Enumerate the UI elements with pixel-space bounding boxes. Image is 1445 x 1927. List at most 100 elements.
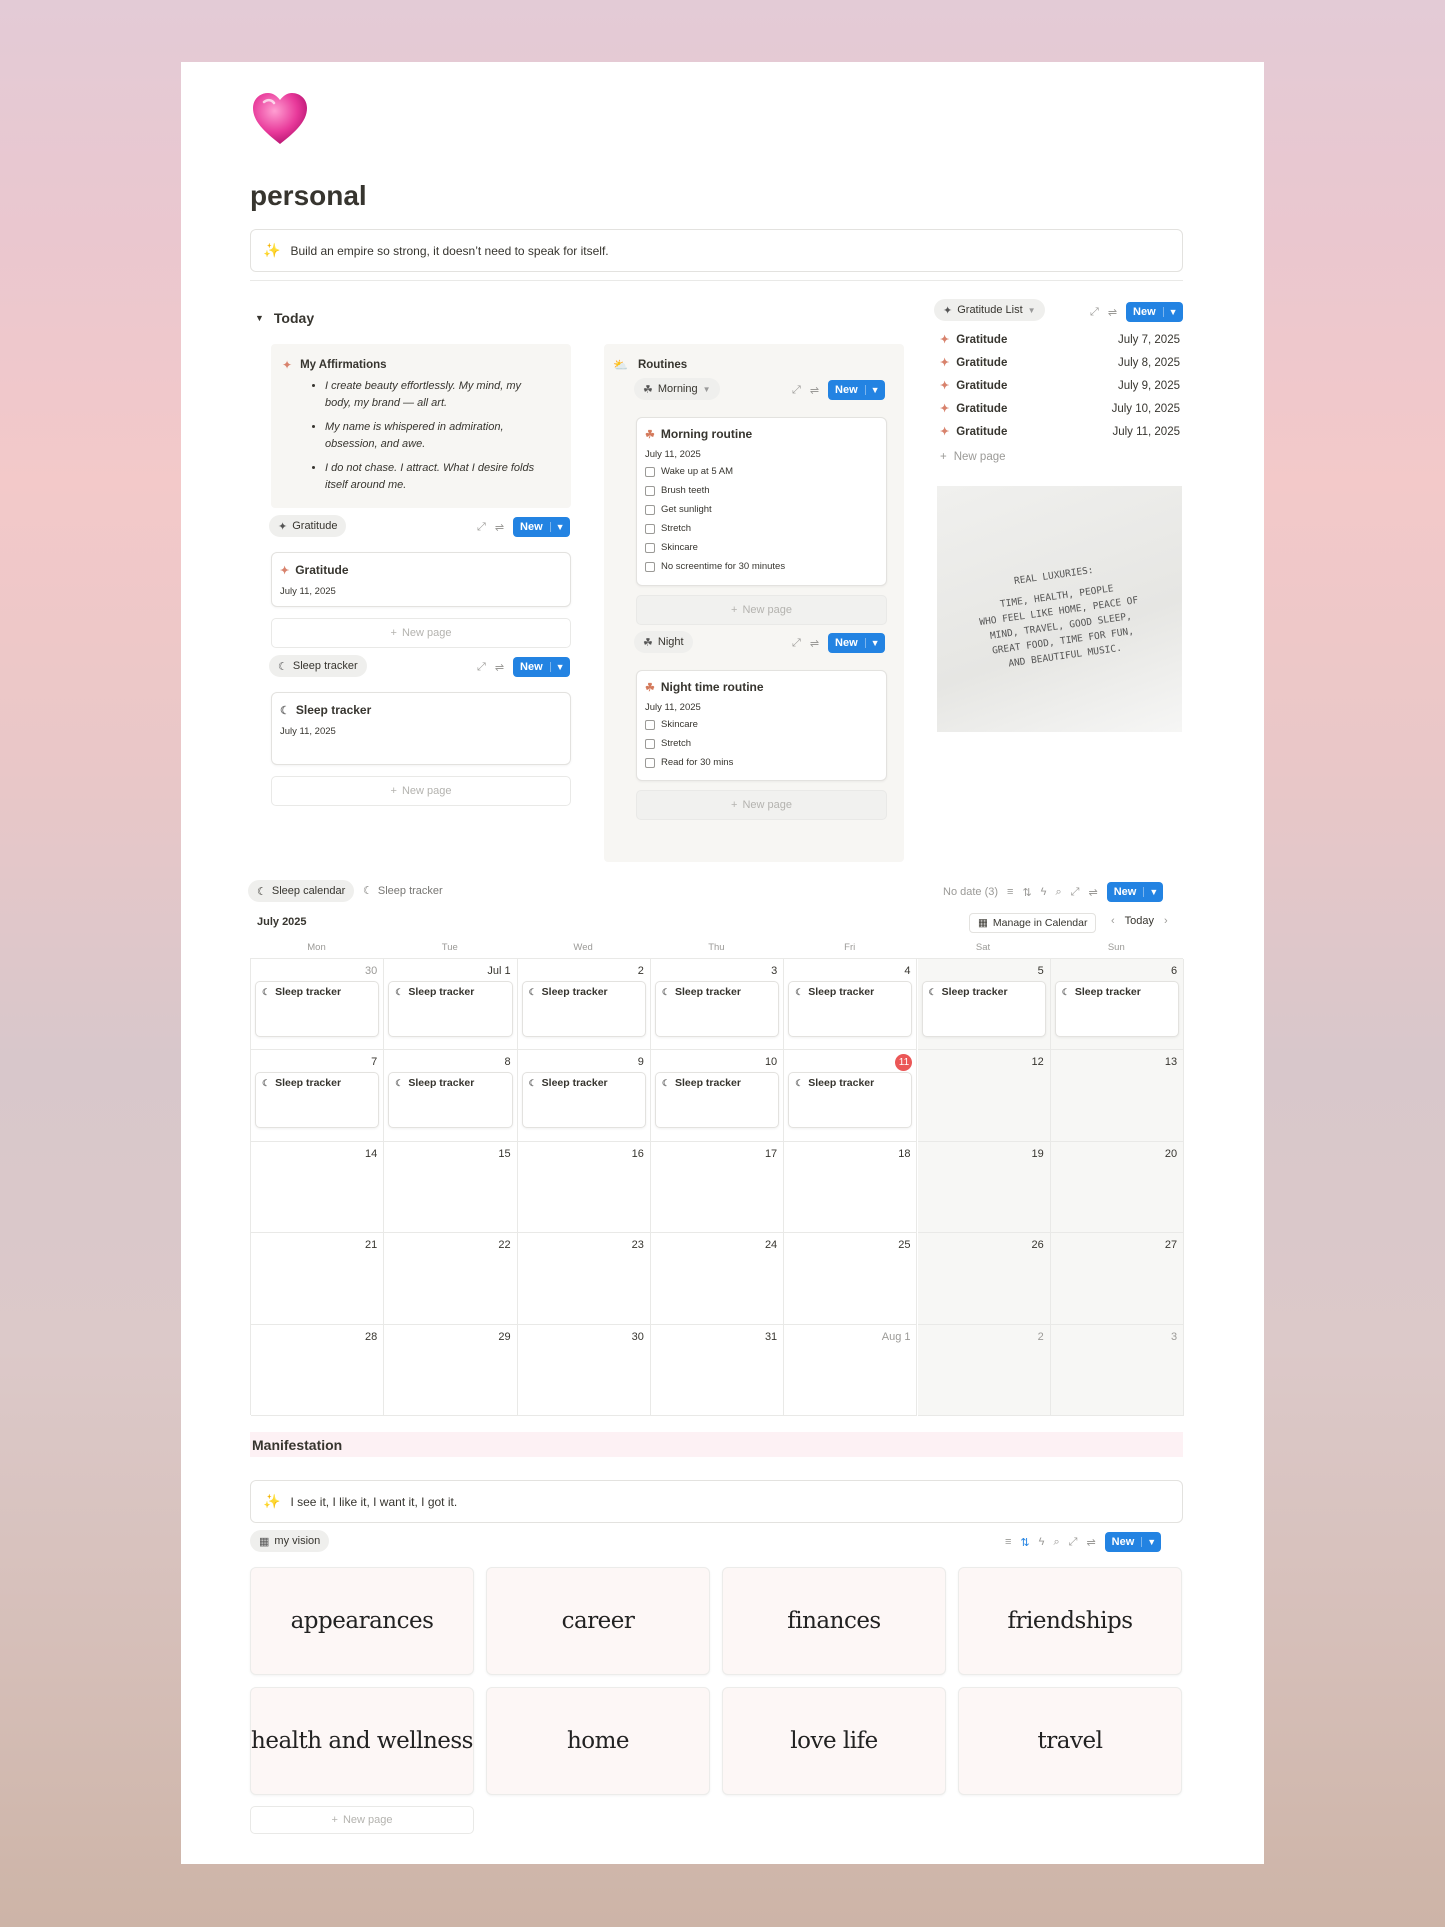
vision-new-button[interactable]: New ▼ (1104, 1532, 1162, 1552)
checkbox[interactable] (645, 757, 655, 768)
sort-icon[interactable]: ⇅ (1020, 1536, 1029, 1549)
list-item[interactable]: ✦ Gratitude July 8, 2025 (940, 351, 1180, 374)
checkbox[interactable] (645, 466, 655, 477)
checkbox-item[interactable]: No screentime for 30 minutes (645, 557, 785, 576)
no-date-button[interactable]: No date (3) (943, 886, 998, 898)
checkbox[interactable] (645, 542, 655, 553)
settings-icon[interactable]: ⇌ (1086, 1536, 1095, 1549)
settings-icon[interactable]: ⇌ (495, 521, 504, 534)
calendar-day[interactable]: 27 (1050, 1233, 1185, 1325)
checkbox-item[interactable]: Skincare (645, 715, 733, 734)
calendar-day[interactable]: 7 ☾ Sleep tracker (251, 1050, 385, 1142)
chevron-down-icon[interactable]: ▼ (549, 522, 570, 532)
today-toggle[interactable]: ▼ Today (255, 310, 314, 326)
night-view-tab[interactable]: ☘ Night (634, 631, 693, 653)
list-item[interactable]: ✦ Gratitude July 10, 2025 (940, 397, 1180, 420)
calendar-day[interactable]: 8 ☾ Sleep tracker (384, 1050, 518, 1142)
calendar-day[interactable]: 16 (517, 1141, 651, 1234)
vision-card[interactable]: home (486, 1687, 710, 1795)
expand-icon[interactable]: ⤢ (1069, 1536, 1078, 1549)
checkbox-item[interactable]: Skincare (645, 538, 785, 557)
tab-sleep-calendar[interactable]: ☾ Sleep calendar (248, 880, 355, 902)
chevron-down-icon[interactable]: ▼ (864, 638, 885, 648)
sleep-tracker-event[interactable]: ☾ Sleep tracker (654, 981, 780, 1037)
night-card[interactable]: ☘ Night time routine July 11, 2025 Skinca… (636, 670, 887, 781)
sleep-view-tab[interactable]: ☾ Sleep tracker (269, 655, 367, 677)
vision-card[interactable]: appearances (250, 1567, 474, 1675)
expand-icon[interactable]: ⤢ (792, 384, 801, 397)
calendar-day[interactable]: 17 (650, 1141, 785, 1234)
lightning-icon[interactable]: ϟ (1039, 1536, 1045, 1548)
expand-icon[interactable]: ⤢ (477, 661, 486, 674)
calendar-day[interactable]: 30 ☾ Sleep tracker (251, 959, 385, 1051)
night-new-page[interactable]: + New page (636, 790, 887, 820)
chevron-down-icon[interactable]: ▼ (864, 385, 885, 395)
sleep-tracker-event[interactable]: ☾ Sleep tracker (788, 1072, 913, 1129)
gratitude-new-page[interactable]: + New page (271, 618, 571, 648)
calendar-day[interactable]: 2 ☾ Sleep tracker (517, 959, 651, 1051)
vision-card[interactable]: health and wellness (250, 1687, 474, 1795)
calendar-day[interactable]: Jul 1 ☾ Sleep tracker (384, 959, 518, 1051)
calendar-day[interactable]: 26 (917, 1233, 1051, 1325)
sleep-card[interactable]: ☾ Sleep tracker July 11, 2025 (271, 692, 571, 765)
tab-sleep-tracker[interactable]: ☾ Sleep tracker (363, 884, 443, 898)
heart-icon[interactable] (250, 90, 310, 150)
page-title[interactable]: personal (250, 180, 367, 212)
sleep-tracker-event[interactable]: ☾ Sleep tracker (654, 1072, 780, 1129)
today-button[interactable]: Today (1125, 915, 1154, 927)
calendar-day[interactable]: 3 (1050, 1324, 1185, 1416)
settings-icon[interactable]: ⇌ (495, 661, 504, 674)
sleep-new-button[interactable]: New ▼ (513, 657, 570, 677)
calendar-day[interactable]: 30 (517, 1324, 651, 1416)
night-new-button[interactable]: New ▼ (828, 633, 885, 653)
search-icon[interactable]: ⌕ (1056, 886, 1062, 899)
calendar-day[interactable]: 15 (384, 1141, 518, 1234)
checkbox[interactable] (645, 719, 655, 730)
morning-new-button[interactable]: New ▼ (828, 380, 885, 400)
sleep-tracker-event[interactable]: ☾ Sleep tracker (255, 1072, 380, 1129)
calendar-day[interactable]: 5 ☾ Sleep tracker (917, 959, 1051, 1051)
settings-icon[interactable]: ⇌ (810, 637, 819, 650)
checkbox-item[interactable]: Read for 30 mins (645, 753, 733, 772)
manage-calendar-button[interactable]: ▦ Manage in Calendar (969, 913, 1097, 933)
vision-card[interactable]: finances (722, 1567, 946, 1675)
expand-icon[interactable]: ⤢ (477, 521, 486, 534)
calendar-day[interactable]: 13 (1050, 1050, 1185, 1142)
triangle-down-icon[interactable]: ▼ (255, 313, 264, 323)
chevron-down-icon[interactable]: ▼ (1162, 307, 1183, 317)
morning-new-page[interactable]: + New page (636, 595, 887, 625)
sleep-tracker-event[interactable]: ☾ Sleep tracker (521, 981, 646, 1037)
lightning-icon[interactable]: ϟ (1041, 886, 1047, 898)
calendar-day[interactable]: 28 (251, 1324, 385, 1416)
checkbox[interactable] (645, 561, 655, 572)
checkbox-item[interactable]: Brush teeth (645, 481, 785, 500)
checkbox[interactable] (645, 485, 655, 496)
sleep-tracker-event[interactable]: ☾ Sleep tracker (521, 1072, 646, 1129)
sleep-new-page[interactable]: + New page (271, 776, 571, 806)
settings-icon[interactable]: ⇌ (1088, 886, 1097, 899)
sort-icon[interactable]: ⇅ (1022, 886, 1031, 899)
gratitude-list-new-page[interactable]: + New page (940, 445, 1180, 468)
sleep-tracker-event[interactable]: ☾ Sleep tracker (388, 981, 513, 1037)
calendar-day[interactable]: 11 ☾ Sleep tracker (784, 1050, 918, 1142)
calendar-day[interactable]: 4 ☾ Sleep tracker (784, 959, 918, 1051)
expand-icon[interactable]: ⤢ (792, 637, 801, 650)
calendar-day[interactable]: 2 (917, 1324, 1051, 1416)
sleep-tracker-event[interactable]: ☾ Sleep tracker (788, 981, 913, 1037)
chevron-down-icon[interactable]: ▼ (1141, 1537, 1161, 1547)
list-item[interactable]: ✦ Gratitude July 11, 2025 (940, 420, 1180, 443)
chevron-down-icon[interactable]: ▼ (1143, 887, 1163, 897)
filter-icon[interactable]: ≡ (1007, 886, 1013, 898)
chevron-left-icon[interactable]: ‹ (1111, 915, 1115, 927)
checkbox-item[interactable]: Wake up at 5 AM (645, 462, 785, 481)
checkbox-item[interactable]: Stretch (645, 519, 785, 538)
list-item[interactable]: ✦ Gratitude July 7, 2025 (940, 328, 1180, 351)
vision-card[interactable]: travel (958, 1687, 1182, 1795)
calendar-day[interactable]: 21 (251, 1233, 385, 1325)
list-item[interactable]: ✦ Gratitude July 9, 2025 (940, 374, 1180, 397)
sleep-tracker-event[interactable]: ☾ Sleep tracker (921, 981, 1046, 1037)
expand-icon[interactable]: ⤢ (1071, 886, 1080, 899)
chevron-right-icon[interactable]: › (1164, 915, 1168, 927)
checkbox[interactable] (645, 504, 655, 515)
calendar-day[interactable]: 20 (1050, 1141, 1185, 1234)
